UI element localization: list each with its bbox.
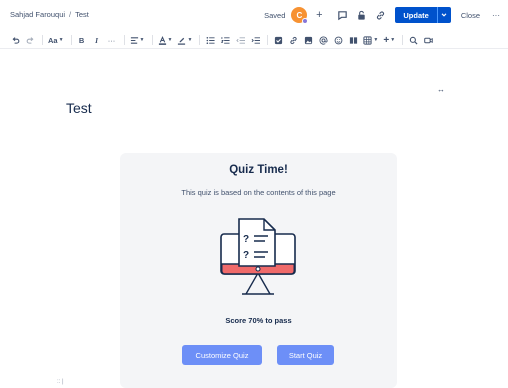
undo-icon[interactable] <box>10 34 20 46</box>
toolbar-divider <box>123 35 125 45</box>
text-color-dropdown[interactable]: ▼ <box>158 34 173 46</box>
chevron-down-icon: ▼ <box>58 37 64 43</box>
update-button[interactable]: Update <box>395 7 437 23</box>
toolbar-divider <box>70 35 72 45</box>
indent-icon[interactable] <box>250 34 260 46</box>
start-quiz-button[interactable]: Start Quiz <box>277 345 334 365</box>
breadcrumb: Sahjad Farouqui / Test <box>10 10 89 19</box>
quiz-monitor-illustration-icon: ? ? <box>220 218 296 295</box>
avatar-status-dot <box>302 18 309 24</box>
page-title[interactable]: Test <box>66 100 92 116</box>
quiz-score-requirement: Score 70% to pass <box>225 316 292 325</box>
chevron-down-icon: ▼ <box>139 37 145 43</box>
avatar[interactable]: C <box>291 7 309 24</box>
highlight-dropdown[interactable]: ▼ <box>177 34 192 46</box>
chevron-down-icon: ▼ <box>167 37 173 43</box>
text-style-label: Aa <box>48 35 58 45</box>
restrictions-lock-icon[interactable] <box>354 8 368 22</box>
insert-link-icon[interactable] <box>288 34 298 46</box>
svg-text:?: ? <box>243 250 249 261</box>
customize-quiz-button[interactable]: Customize Quiz <box>182 345 262 365</box>
text-style-dropdown[interactable]: Aa ▼ <box>48 34 64 46</box>
table-dropdown[interactable]: ▼ <box>363 34 378 46</box>
video-icon[interactable] <box>423 34 433 46</box>
numbered-list-icon[interactable] <box>220 34 230 46</box>
chevron-down-icon: ▼ <box>187 37 193 43</box>
bullet-list-icon[interactable] <box>205 34 215 46</box>
drag-handle-cursor[interactable]: :: | <box>57 379 64 385</box>
mention-icon[interactable] <box>318 34 328 46</box>
italic-button[interactable]: I <box>92 34 102 46</box>
emoji-icon[interactable] <box>333 34 343 46</box>
more-actions-button[interactable]: ··· <box>492 11 500 20</box>
svg-text:?: ? <box>243 234 249 245</box>
align-dropdown[interactable]: ▼ <box>130 34 145 46</box>
toolbar-divider <box>151 35 153 45</box>
layouts-icon[interactable] <box>348 34 358 46</box>
highlight-icon <box>178 37 186 45</box>
saved-status: Saved <box>264 10 286 20</box>
find-replace-search-icon[interactable] <box>408 34 418 46</box>
breadcrumb-separator: / <box>69 10 72 19</box>
toolbar-divider <box>402 35 404 45</box>
quiz-title: Quiz Time! <box>229 164 288 176</box>
toolbar-divider <box>267 35 269 45</box>
chevron-down-icon: ▼ <box>373 37 379 43</box>
quiz-card: Quiz Time! This quiz is based on the con… <box>120 153 397 388</box>
image-icon[interactable] <box>303 34 313 46</box>
breadcrumb-space[interactable]: Sahjad Farouqui <box>10 10 65 19</box>
close-button[interactable]: Close <box>461 11 480 20</box>
redo-icon[interactable] <box>25 34 35 46</box>
comment-icon[interactable] <box>335 8 349 22</box>
avatar-initial: C <box>296 10 303 20</box>
align-left-icon <box>130 36 138 44</box>
update-options-chevron-down-icon[interactable] <box>436 7 451 23</box>
quiz-description: This quiz is based on the contents of th… <box>181 188 336 197</box>
bold-button[interactable]: B <box>77 34 87 46</box>
editor-toolbar: Aa ▼ B I ··· ▼ ▼ ▼ ▼ + ▼ <box>0 32 508 49</box>
breadcrumb-page[interactable]: Test <box>75 10 89 19</box>
expand-width-button[interactable]: ↔ <box>437 85 445 94</box>
invite-button[interactable]: + <box>312 8 326 22</box>
link-icon[interactable] <box>373 8 387 22</box>
header-actions: Saved C + Update Close ··· <box>264 6 500 24</box>
insert-dropdown[interactable]: + ▼ <box>383 34 395 46</box>
action-item-checkbox-icon[interactable] <box>273 34 283 46</box>
table-icon <box>363 35 373 45</box>
toolbar-divider <box>199 35 201 45</box>
more-formatting-button[interactable]: ··· <box>107 34 117 46</box>
chevron-down-icon: ▼ <box>390 37 396 43</box>
text-color-icon <box>158 35 166 45</box>
top-bar: Sahjad Farouqui / Test Saved C + Update … <box>0 0 508 30</box>
toolbar-divider <box>42 35 43 45</box>
insert-plus-label: + <box>383 34 390 46</box>
outdent-icon[interactable] <box>235 34 245 46</box>
